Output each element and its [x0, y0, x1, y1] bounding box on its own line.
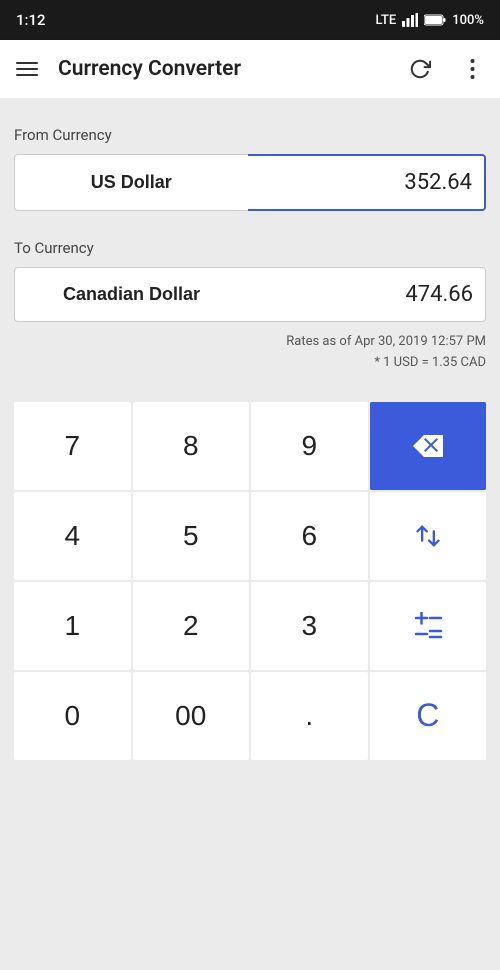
key-3[interactable]: 3	[251, 582, 368, 670]
refresh-button[interactable]	[400, 49, 440, 89]
app-title: Currency Converter	[58, 57, 388, 81]
to-currency-section: To Currency Canadian Dollar 474.66 Rates…	[14, 239, 486, 374]
key-5[interactable]: 5	[133, 492, 250, 580]
battery-icon	[424, 14, 446, 26]
keypad: 7 8 9 4 5 6 1 2 3	[14, 402, 486, 760]
to-currency-value: 474.66	[248, 267, 486, 322]
key-backspace[interactable]	[370, 402, 487, 490]
key-0[interactable]: 0	[14, 672, 131, 760]
signal-icon	[402, 13, 418, 27]
to-currency-selector[interactable]: Canadian Dollar	[14, 267, 248, 322]
key-4[interactable]: 4	[14, 492, 131, 580]
more-options-button[interactable]	[452, 49, 492, 89]
from-currency-selector[interactable]: US Dollar	[14, 154, 248, 211]
key-decimal[interactable]: .	[251, 672, 368, 760]
swap-icon	[414, 522, 442, 550]
key-swap[interactable]	[370, 492, 487, 580]
battery-percent: 100%	[452, 13, 484, 28]
more-vert-icon	[470, 58, 475, 80]
to-currency-label: To Currency	[14, 239, 486, 257]
rates-line1: Rates as of Apr 30, 2019 12:57 PM	[14, 332, 486, 353]
refresh-icon	[409, 58, 431, 80]
from-currency-value[interactable]: 352.64	[248, 154, 487, 211]
from-currency-label: From Currency	[14, 126, 486, 144]
key-operations[interactable]	[370, 582, 487, 670]
key-2[interactable]: 2	[133, 582, 250, 670]
key-9[interactable]: 9	[251, 402, 368, 490]
key-7[interactable]: 7	[14, 402, 131, 490]
key-8[interactable]: 8	[133, 402, 250, 490]
main-content: From Currency US Dollar 352.64 To Curren…	[0, 98, 500, 970]
from-currency-row: US Dollar 352.64	[14, 154, 486, 211]
rates-info: Rates as of Apr 30, 2019 12:57 PM * 1 US…	[14, 332, 486, 374]
status-right: LTE 100%	[376, 13, 484, 28]
operations-icon	[413, 612, 443, 640]
key-00[interactable]: 00	[133, 672, 250, 760]
backspace-icon	[413, 435, 443, 457]
rates-line2: * 1 USD = 1.35 CAD	[14, 353, 486, 374]
key-6[interactable]: 6	[251, 492, 368, 580]
status-time: 1:12	[16, 11, 46, 29]
network-indicator: LTE	[376, 13, 397, 28]
status-bar: 1:12 LTE 100%	[0, 0, 500, 40]
key-clear[interactable]: C	[370, 672, 487, 760]
app-bar: Currency Converter	[0, 40, 500, 98]
to-currency-row: Canadian Dollar 474.66	[14, 267, 486, 322]
key-1[interactable]: 1	[14, 582, 131, 670]
menu-button[interactable]	[16, 62, 38, 76]
from-currency-section: From Currency US Dollar 352.64	[14, 126, 486, 211]
